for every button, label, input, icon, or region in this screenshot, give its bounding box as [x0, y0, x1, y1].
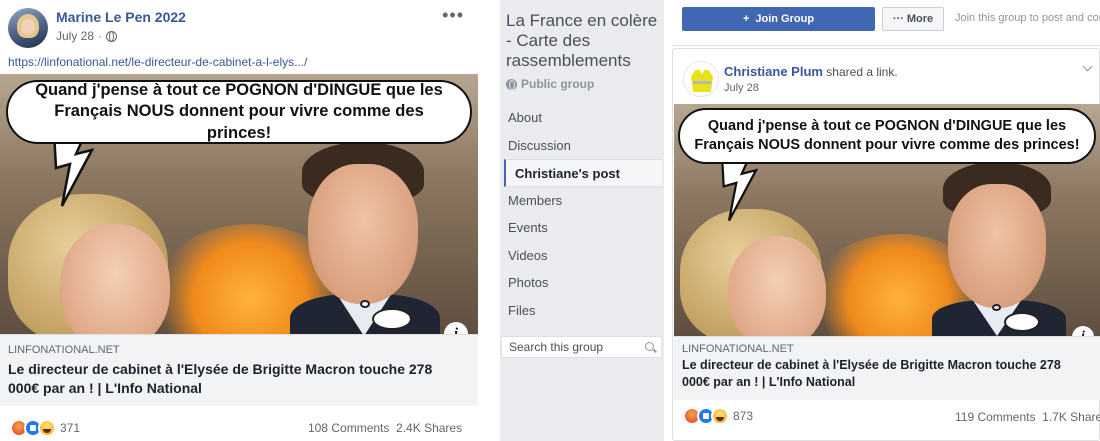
- link-domain: LINFONATIONAL.NET: [682, 343, 794, 355]
- more-button[interactable]: ··· More: [882, 7, 944, 31]
- link-title[interactable]: Le directeur de cabinet à l'Elysée de Br…: [682, 357, 1092, 391]
- nav-item-christianes-post[interactable]: Christiane's post: [504, 159, 662, 187]
- nav-item-events[interactable]: Events: [500, 214, 664, 242]
- join-hint-text: Join this group to post and com: [955, 12, 1100, 24]
- avatar[interactable]: [683, 61, 719, 97]
- post-date[interactable]: July 28: [724, 82, 759, 94]
- screenshot-root: Marine Le Pen 2022 July 28 · ••• https:/…: [0, 0, 1100, 441]
- group-nav: About Discussion Christiane's post Membe…: [500, 104, 664, 324]
- link-title[interactable]: Le directeur de cabinet à l'Elysée de Br…: [8, 360, 458, 398]
- speech-bubble-tail: [720, 154, 759, 222]
- post-header: Marine Le Pen 2022 July 28 · •••: [8, 6, 470, 48]
- share-count-link[interactable]: 1.7K Shares: [1042, 410, 1100, 424]
- author-name[interactable]: Christiane Plum: [724, 64, 823, 79]
- nav-item-files[interactable]: Files: [500, 297, 664, 325]
- group-search-input[interactable]: Search this group: [501, 336, 662, 358]
- link-preview-image[interactable]: Quand j'pense à tout ce POGNON d'DINGUE …: [674, 104, 1100, 336]
- author-name[interactable]: Marine Le Pen 2022: [56, 9, 186, 25]
- comment-count-link[interactable]: 119 Comments: [955, 410, 1035, 424]
- group-action-bar: + Join Group ··· More Join this group to…: [672, 0, 1100, 46]
- link-caption[interactable]: LINFONATIONAL.NET Le directeur de cabine…: [0, 334, 478, 406]
- ellipsis-icon: ···: [892, 13, 904, 25]
- haha-reaction-icon: [38, 419, 56, 437]
- right-post: Christiane Plum shared a link. July 28 Q…: [672, 48, 1100, 441]
- post-stats: 108 Comments 2.4K Shares: [308, 421, 462, 435]
- reactions-summary[interactable]: 873: [683, 407, 753, 425]
- post-date[interactable]: July 28: [56, 29, 94, 43]
- group-sidebar: La France en colère - Carte des rassembl…: [500, 0, 664, 441]
- nav-item-photos[interactable]: Photos: [500, 269, 664, 297]
- speech-bubble-tail: [52, 132, 95, 207]
- speech-bubble: Quand j'pense à tout ce POGNON d'DINGUE …: [6, 80, 472, 144]
- haha-reaction-icon: [711, 407, 729, 425]
- globe-icon: [106, 30, 118, 42]
- share-count-link[interactable]: 2.4K Shares: [396, 421, 462, 435]
- group-privacy: Public group: [506, 77, 594, 91]
- reaction-count: 873: [733, 409, 754, 423]
- comment-count-link[interactable]: 108 Comments: [308, 421, 389, 435]
- plus-icon: +: [742, 13, 750, 25]
- link-caption[interactable]: LINFONATIONAL.NET Le directeur de cabine…: [674, 336, 1100, 400]
- post-author-line: Christiane Plum shared a link.: [724, 64, 898, 79]
- link-domain: LINFONATIONAL.NET: [8, 344, 120, 356]
- chevron-down-icon[interactable]: [1082, 61, 1093, 72]
- post-link-url[interactable]: https://linfonational.net/le-directeur-d…: [8, 55, 307, 69]
- reaction-count: 371: [60, 421, 81, 435]
- left-post: Marine Le Pen 2022 July 28 · ••• https:/…: [0, 0, 478, 441]
- avatar[interactable]: [8, 8, 48, 48]
- nav-item-members[interactable]: Members: [500, 187, 664, 215]
- group-title[interactable]: La France en colère - Carte des rassembl…: [506, 11, 664, 71]
- link-preview-image[interactable]: Quand j'pense à tout ce POGNON d'DINGUE …: [0, 74, 478, 334]
- nav-item-discussion[interactable]: Discussion: [500, 132, 664, 160]
- nav-item-videos[interactable]: Videos: [500, 242, 664, 270]
- reactions-summary[interactable]: 371: [10, 419, 80, 437]
- more-options-icon[interactable]: •••: [442, 6, 464, 24]
- post-stats: 119 Comments 1.7K Shares: [955, 410, 1100, 424]
- join-group-button[interactable]: + Join Group: [682, 7, 875, 31]
- nav-item-about[interactable]: About: [500, 104, 664, 132]
- post-meta: July 28 ·: [56, 29, 118, 43]
- search-icon[interactable]: [645, 342, 654, 351]
- speech-bubble: Quand j'pense à tout ce POGNON d'DINGUE …: [678, 108, 1096, 164]
- globe-icon: [506, 78, 517, 90]
